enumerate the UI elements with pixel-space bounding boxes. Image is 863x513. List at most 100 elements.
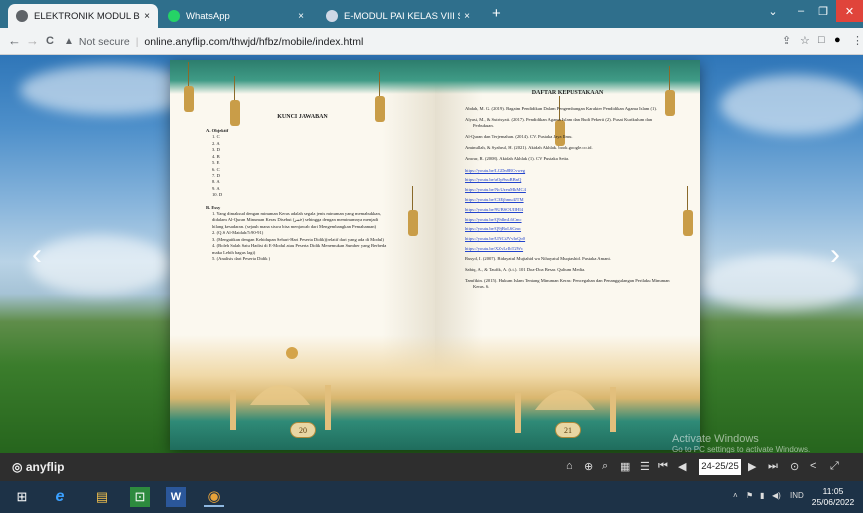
- share-icon[interactable]: <: [810, 460, 816, 472]
- url-bar[interactable]: ▲ Not secure | online.anyflip.com/thwjd/…: [64, 32, 779, 51]
- activate-windows-watermark: Activate Windows Go to PC settings to ac…: [672, 433, 810, 453]
- restore-button[interactable]: ❐: [812, 0, 834, 22]
- youtube-link[interactable]: https://youtu.be/Q9dlmL6Cmc: [465, 217, 670, 223]
- youtube-link[interactable]: https://youtu.be/Q9jBoL6Cmc: [465, 226, 670, 232]
- flipbook-viewer: ‹ › KUNCI JAWABAN A. Objektif 1. C 2. A …: [0, 55, 863, 453]
- youtube-link[interactable]: https://youtu.be/aOp9xuBBnQ: [465, 177, 670, 183]
- reference-entry: Al-Quran dan Terjemahan. (2014). CV. Pus…: [465, 134, 573, 140]
- flag-icon[interactable]: ⚑: [746, 491, 753, 500]
- home-icon[interactable]: ⌂: [566, 460, 573, 472]
- fullscreen-icon[interactable]: ⤢: [830, 460, 839, 473]
- clock-time: 11:05: [822, 486, 844, 496]
- youtube-link[interactable]: https://youtu.be/UNCiJVvIoQo0: [465, 236, 670, 242]
- flipbook-toolbar: ◎ anyflip ⌂ ⊕ ⌕ ▦ ☰ ⏮ ◀ 24-25/25 ▶ ⏭ ⊙ <…: [0, 453, 863, 481]
- reference-entry: Rusyd, I. (2007). Bidayatul Mujtahid wa …: [465, 255, 611, 261]
- network-icon[interactable]: ▮: [760, 491, 764, 500]
- start-icon[interactable]: ⊞: [12, 487, 32, 507]
- address-bar-row: ← → C ▲ Not secure | online.anyflip.com/…: [0, 28, 863, 55]
- left-page[interactable]: KUNCI JAWABAN A. Objektif 1. C 2. A 3. D…: [170, 60, 435, 450]
- cloud: [720, 75, 863, 135]
- word-icon[interactable]: W: [166, 487, 186, 507]
- bibliography-text: Abdah, M. G. (2019). Bagaim Pendidikan D…: [465, 106, 670, 295]
- new-tab-button[interactable]: +: [492, 6, 501, 22]
- tab-title: E-MODUL PAI KELAS VIII SMPN: [344, 10, 460, 22]
- forward-icon[interactable]: →: [26, 33, 39, 49]
- watermark-subtitle: Go to PC settings to activate Windows.: [672, 445, 811, 453]
- youtube-link[interactable]: https://youtu.be/XZvLrIbT2Wc: [465, 246, 670, 252]
- table-of-contents-icon[interactable]: ☰: [640, 460, 650, 473]
- ornament-top: [435, 60, 700, 94]
- whatsapp-icon: [168, 10, 180, 22]
- youtube-link[interactable]: https://youtu.be/LGDn8RCvweg: [465, 168, 670, 174]
- next-page-icon[interactable]: ▶: [748, 460, 756, 473]
- page-number-badge: 21: [555, 422, 581, 438]
- url-text: online.anyflip.com/thwjd/hfbz/mobile/ind…: [144, 35, 364, 48]
- tab-elektronik-modul[interactable]: ELEKTRONIK MODUL BERBASIS ×: [8, 4, 158, 28]
- last-page-icon[interactable]: ⏭: [768, 460, 778, 473]
- next-page-arrow-icon[interactable]: ›: [830, 240, 840, 270]
- profile-avatar-icon[interactable]: ●: [834, 34, 841, 46]
- answer-item: 10. D: [212, 192, 223, 198]
- reference-entry: Sabiq, A., & Taufik, A. (t.t.). 101 Doa-…: [465, 266, 586, 272]
- brand-name: anyflip: [25, 460, 65, 474]
- bookmark-star-icon[interactable]: ☆: [800, 34, 810, 47]
- menu-icon[interactable]: ⋮: [852, 34, 863, 47]
- tab-whatsapp[interactable]: WhatsApp ×: [160, 4, 312, 28]
- zoom-in-icon[interactable]: ⊕: [584, 460, 593, 473]
- tab-close-icon[interactable]: ×: [464, 11, 470, 22]
- page-number-badge: 20: [290, 422, 316, 438]
- youtube-link[interactable]: https://youtu.be/C3Ejhmu4JTM: [465, 197, 670, 203]
- page-title: KUNCI JAWABAN: [277, 114, 328, 120]
- first-page-icon[interactable]: ⏮: [658, 460, 668, 473]
- autoplay-icon[interactable]: ⊙: [790, 460, 799, 473]
- close-window-button[interactable]: ✕: [836, 0, 863, 22]
- tray-chevron-icon[interactable]: ˄: [733, 491, 738, 500]
- chrome-icon[interactable]: ◉: [204, 487, 224, 507]
- cloud: [30, 235, 170, 295]
- tab-e-modul-pai[interactable]: E-MODUL PAI KELAS VIII SMPN ×: [318, 4, 478, 28]
- side-panel-icon[interactable]: □: [818, 34, 825, 46]
- lantern-icon: [683, 186, 693, 236]
- essay-answer: 4. (Boleh Salah Satu Hadist di E-Modul a…: [212, 243, 387, 255]
- right-page[interactable]: DAFTAR KEPUSTAKAAN Abdah, M. G. (2019). …: [435, 60, 700, 450]
- reference-entry: Alyasi, M., & Sutrisyati. (2017). Pendid…: [465, 117, 653, 129]
- essay-answer: 1. Yang dimaksud dengan minuman Keras ad…: [212, 211, 381, 229]
- warning-icon: ▲: [64, 36, 74, 47]
- watermark-title: Activate Windows: [672, 433, 759, 445]
- windows-taskbar: ⊞ e ▤ ⊡ W ◉ ˄ ⚑ ▮ ◀) IND 11:05 25/06/202…: [0, 481, 863, 513]
- lantern-icon: [408, 186, 418, 236]
- security-status: Not secure: [78, 35, 130, 48]
- prev-page-arrow-icon[interactable]: ‹: [32, 240, 42, 270]
- tab-close-icon[interactable]: ×: [298, 11, 304, 22]
- url-separator: |: [135, 35, 139, 48]
- system-clock[interactable]: 11:05 25/06/2022: [808, 486, 858, 508]
- clock-date: 25/06/2022: [811, 497, 855, 507]
- tab-close-icon[interactable]: ×: [144, 11, 150, 22]
- volume-icon[interactable]: ◀): [772, 491, 781, 500]
- minimize-button[interactable]: –: [790, 0, 812, 22]
- open-book: KUNCI JAWABAN A. Objektif 1. C 2. A 3. D…: [170, 60, 700, 450]
- tab-search-icon[interactable]: ⌄: [762, 0, 784, 22]
- thumbnails-icon[interactable]: ▦: [620, 460, 630, 473]
- store-icon[interactable]: ⊡: [130, 487, 150, 507]
- ornament-top: [170, 60, 435, 94]
- reload-icon[interactable]: C: [46, 33, 54, 49]
- anyflip-favicon-icon: [326, 10, 338, 22]
- prev-page-icon[interactable]: ◀: [678, 460, 686, 473]
- browser-tabstrip: ELEKTRONIK MODUL BERBASIS × WhatsApp × E…: [0, 0, 863, 28]
- language-indicator[interactable]: IND: [790, 491, 804, 500]
- page-title: DAFTAR KEPUSTAKAAN: [531, 90, 604, 96]
- reference-entry: Aminullah, & Syahrul, H. (2021). Akidah …: [465, 145, 593, 151]
- back-icon[interactable]: ←: [8, 33, 21, 49]
- reference-entry: Abdah, M. G. (2019). Bagaim Pendidikan D…: [465, 106, 657, 111]
- youtube-link[interactable]: https://youtu.be/NcUzeuMkMC4: [465, 187, 670, 193]
- internet-explorer-icon[interactable]: e: [50, 487, 70, 507]
- file-explorer-icon[interactable]: ▤: [92, 487, 112, 507]
- share-icon[interactable]: ⇪: [782, 34, 791, 47]
- search-icon[interactable]: ⌕: [602, 460, 608, 473]
- tab-title: WhatsApp: [186, 10, 230, 22]
- reference-entry: Anwar, R. (2008). Akidah Akhlak (1). CV …: [465, 156, 570, 162]
- youtube-link[interactable]: https://youtu.be/9UBSOUIIHI4: [465, 207, 670, 213]
- reference-entry: Tamfikin. (2015). Hukum Islam Tentang Mi…: [465, 277, 670, 290]
- page-number-input[interactable]: 24-25/25: [699, 459, 741, 475]
